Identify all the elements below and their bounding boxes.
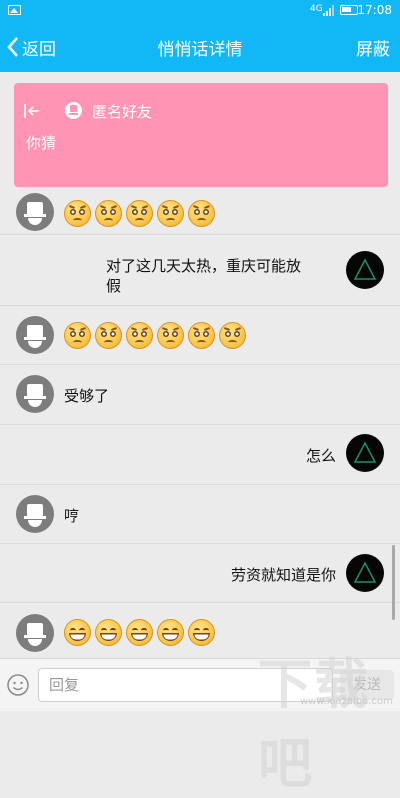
grin-face-icon (95, 619, 122, 646)
message-line: 假 (106, 277, 122, 295)
sorrow-face-icon (95, 200, 122, 227)
chat-area[interactable]: 匿名好友 你猜 对了这几天太热，重庆可能放 假 受够了 怎么 哼 劳资就知道是你 (0, 72, 400, 658)
anonymous-avatar[interactable] (16, 375, 54, 413)
sorrow-face-icon (64, 200, 91, 227)
anonymous-card: 匿名好友 你猜 (14, 83, 388, 187)
message-line: 对了这几天太热，重庆可能放 (106, 257, 302, 275)
nav-bar: 返回 悄悄话详情 屏蔽 (0, 22, 400, 72)
status-bar: 4G 17:08 (0, 0, 400, 22)
message-row: 对了这几天太热，重庆可能放 假 (0, 235, 400, 306)
sorrow-face-icon (188, 200, 215, 227)
message-text: 哼 (64, 507, 80, 525)
my-avatar[interactable] (346, 251, 384, 289)
gallery-notification-icon (8, 5, 21, 15)
my-avatar[interactable] (346, 434, 384, 472)
message-text: 对了这几天太热，重庆可能放 假 (106, 256, 336, 296)
emoji-message (64, 322, 246, 349)
anonymous-avatar[interactable] (16, 614, 54, 652)
grin-face-icon (188, 619, 215, 646)
scrollbar[interactable] (392, 545, 395, 620)
sorrow-face-icon (126, 200, 153, 227)
emoji-message (64, 200, 215, 227)
my-avatar[interactable] (346, 554, 384, 592)
message-text: 劳资就知道是你 (230, 566, 336, 584)
network-type: 4G (310, 4, 323, 14)
sorrow-face-icon (157, 200, 184, 227)
card-title: 匿名好友 (92, 103, 153, 121)
exit-icon[interactable] (24, 103, 40, 119)
watermark-url: www.xiazaiba.com (300, 696, 393, 707)
message-text: 受够了 (64, 387, 110, 405)
block-button[interactable]: 屏蔽 (356, 35, 390, 60)
smile-icon[interactable] (6, 673, 30, 697)
clock: 17:08 (357, 3, 392, 17)
battery-icon (340, 5, 358, 15)
message-text: 怎么 (305, 447, 336, 465)
grin-face-icon (157, 619, 184, 646)
anonymous-friend-icon (65, 102, 82, 119)
card-text: 你猜 (26, 134, 57, 152)
sorrow-face-icon (188, 322, 215, 349)
signal-icon (323, 5, 334, 16)
message-row: 受够了 (0, 365, 400, 425)
sorrow-face-icon (157, 322, 184, 349)
message-row (0, 190, 400, 235)
reply-input[interactable]: 回复 (38, 668, 333, 702)
grin-face-icon (126, 619, 153, 646)
sorrow-face-icon (95, 322, 122, 349)
sorrow-face-icon (64, 322, 91, 349)
message-row: 怎么 (0, 425, 400, 485)
message-row: 哼 (0, 485, 400, 544)
grin-face-icon (64, 619, 91, 646)
anonymous-avatar[interactable] (16, 193, 54, 231)
sorrow-face-icon (219, 322, 246, 349)
anonymous-avatar[interactable] (16, 495, 54, 533)
message-row (0, 306, 400, 365)
message-row: 劳资就知道是你 (0, 544, 400, 603)
page-title: 悄悄话详情 (157, 40, 243, 60)
message-row (0, 603, 400, 658)
sorrow-face-icon (126, 322, 153, 349)
emoji-message (64, 619, 215, 646)
anonymous-avatar[interactable] (16, 316, 54, 354)
